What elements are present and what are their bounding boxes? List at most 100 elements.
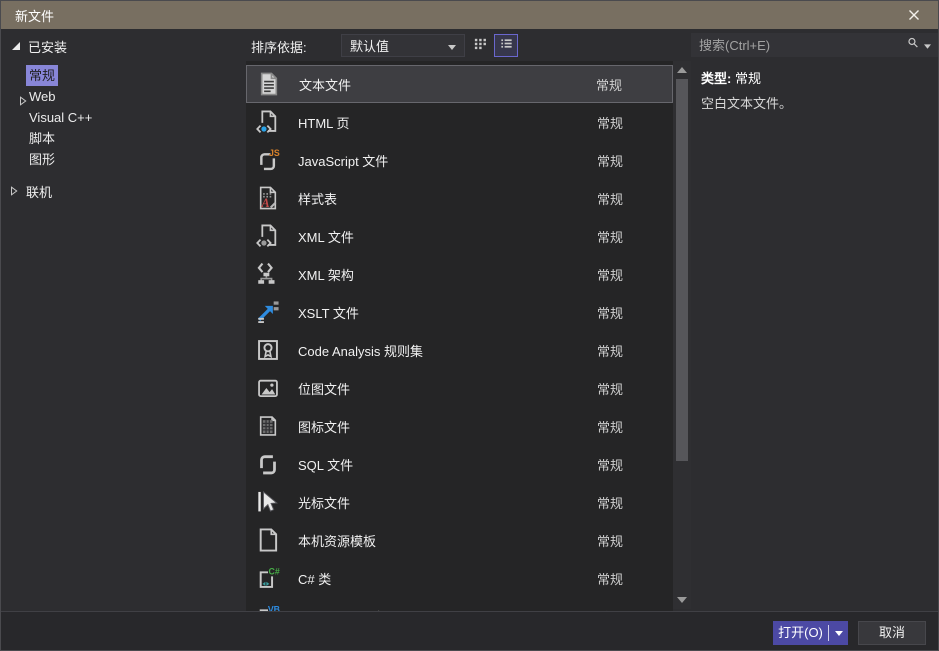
triangle-expanded-icon[interactable]	[11, 39, 21, 54]
template-type-line: 类型: 常规	[701, 68, 761, 87]
sidebar-item-label: Web	[29, 89, 56, 104]
list-item-7[interactable]: Code Analysis 规则集 常规	[246, 331, 673, 369]
template-list: 文本文件 常规 HTML 页常规 JS JavaScript 文件 常规 A 样式表 常规 XML…	[246, 61, 673, 613]
online-group-label: 联机	[26, 184, 53, 200]
open-button[interactable]: 打开(O)	[773, 621, 848, 645]
icon-file-icon	[254, 412, 282, 440]
list-item-2[interactable]: JS JavaScript 文件 常规	[246, 141, 673, 179]
html-page-icon	[254, 108, 282, 136]
template-category: 常规	[596, 153, 623, 169]
template-name: C# 类	[298, 571, 332, 587]
template-name: Code Analysis 规则集	[298, 343, 423, 359]
list-item-4[interactable]: XML 文件 常规	[246, 217, 673, 255]
template-name: 样式表	[298, 191, 338, 207]
template-name: 光标文件	[298, 495, 351, 511]
javascript-file-icon: JS	[254, 146, 282, 174]
template-name: 图标文件	[298, 419, 351, 435]
list-item-8[interactable]: 位图文件 常规	[246, 369, 673, 407]
list-item-10[interactable]: SQL 文件 常规	[246, 445, 673, 483]
sidebar-item-0[interactable]: 常规	[1, 65, 246, 86]
list-item-12[interactable]: 本机资源模板 常规	[246, 521, 673, 559]
template-category: 常规	[596, 115, 623, 131]
list-scrollbar[interactable]	[673, 61, 691, 609]
installed-group-header[interactable]: 已安装	[11, 37, 67, 55]
csharp-class-icon: C#	[254, 564, 282, 592]
list-item-11[interactable]: 光标文件 常规	[246, 483, 673, 521]
template-name: XML 文件	[298, 229, 354, 245]
open-button-label: 打开(O)	[778, 625, 823, 640]
new-file-dialog: 新文件 已安装 常规 Web Visual C++ 脚本图形 联机 排序依据: 默认值	[0, 0, 939, 651]
titlebar: 新文件	[1, 1, 938, 29]
sidebar-item-3[interactable]: 脚本	[1, 128, 246, 149]
details-panel: 类型: 常规 空白文本文件。	[691, 29, 938, 611]
text-file-icon	[255, 70, 283, 98]
xslt-file-icon	[254, 298, 282, 326]
svg-text:A: A	[261, 196, 270, 210]
cancel-button[interactable]: 取消	[858, 621, 926, 645]
sort-by-label: 排序依据:	[251, 40, 307, 55]
template-category: 常规	[596, 419, 623, 435]
template-category: 常规	[596, 495, 623, 511]
template-category: 常规	[596, 267, 623, 283]
template-name: 文本文件	[299, 77, 352, 93]
sidebar-item-label: Visual C++	[29, 110, 93, 125]
list-item-9[interactable]: 图标文件 常规	[246, 407, 673, 445]
scroll-up-icon[interactable]	[676, 64, 688, 76]
installed-group-label: 已安装	[28, 39, 68, 55]
search-options-chevron-icon[interactable]	[924, 36, 931, 54]
list-item-0[interactable]: 文本文件 常规	[246, 65, 673, 103]
svg-text:C#: C#	[268, 566, 279, 576]
sidebar-item-label: 图形	[29, 152, 56, 167]
sidebar-item-label: 脚本	[29, 131, 56, 146]
template-name: XML 架构	[298, 267, 354, 283]
list-item-1[interactable]: HTML 页 常规	[246, 103, 673, 141]
search-icon[interactable]	[906, 36, 920, 55]
search-box[interactable]	[691, 33, 938, 57]
list-view-button[interactable]	[494, 34, 518, 57]
sidebar-item-1[interactable]: Web	[1, 86, 246, 107]
sidebar-item-label: 常规	[26, 65, 59, 86]
list-item-5[interactable]: XML 架构 常规	[246, 255, 673, 293]
sort-by-dropdown[interactable]: 默认值	[341, 34, 465, 57]
triangle-collapsed-icon[interactable]	[9, 184, 19, 199]
scrollbar-thumb[interactable]	[676, 79, 688, 461]
sql-file-icon	[254, 450, 282, 478]
close-icon[interactable]	[896, 1, 932, 29]
small-icons-view-button[interactable]	[468, 34, 492, 57]
template-category: 常规	[596, 229, 623, 245]
list-item-13[interactable]: C# C# 类 常规	[246, 559, 673, 597]
template-name: JavaScript 文件	[298, 153, 389, 169]
sort-by-value: 默认值	[350, 39, 390, 54]
sidebar-item-2[interactable]: Visual C++	[1, 107, 246, 128]
bitmap-file-icon	[254, 374, 282, 402]
list-view-icon	[499, 36, 514, 56]
template-name: 位图文件	[298, 381, 351, 397]
template-category: 常规	[596, 305, 623, 321]
xml-schema-icon	[254, 260, 282, 288]
template-name: SQL 文件	[298, 457, 354, 473]
template-description: 空白文本文件。	[701, 96, 793, 111]
template-name: XSLT 文件	[298, 305, 359, 321]
list-item-6[interactable]: XSLT 文件 常规	[246, 293, 673, 331]
template-category: 常规	[596, 191, 623, 207]
stylesheet-icon: A	[254, 184, 282, 212]
triangle-collapsed-icon[interactable]	[18, 91, 28, 106]
type-label: 类型:	[701, 71, 732, 86]
search-input[interactable]	[691, 37, 906, 53]
template-category: 常规	[596, 457, 623, 473]
template-name: 本机资源模板	[298, 533, 377, 549]
template-category: 常规	[596, 381, 623, 397]
scroll-down-icon[interactable]	[676, 594, 688, 606]
online-group-header[interactable]: 联机	[9, 182, 52, 200]
sort-toolbar: 排序依据: 默认值	[246, 29, 673, 61]
open-button-dropdown[interactable]	[829, 621, 848, 645]
type-value: 常规	[734, 71, 761, 86]
list-item-3[interactable]: A 样式表 常规	[246, 179, 673, 217]
sidebar-item-4[interactable]: 图形	[1, 149, 246, 170]
installed-group-items: 常规 Web Visual C++ 脚本图形	[1, 65, 246, 170]
window-title: 新文件	[15, 8, 55, 24]
svg-text:JS: JS	[269, 148, 280, 158]
template-category: 常规	[595, 77, 622, 93]
small-icons-view-icon	[473, 36, 488, 56]
template-name: HTML 页	[298, 115, 350, 131]
